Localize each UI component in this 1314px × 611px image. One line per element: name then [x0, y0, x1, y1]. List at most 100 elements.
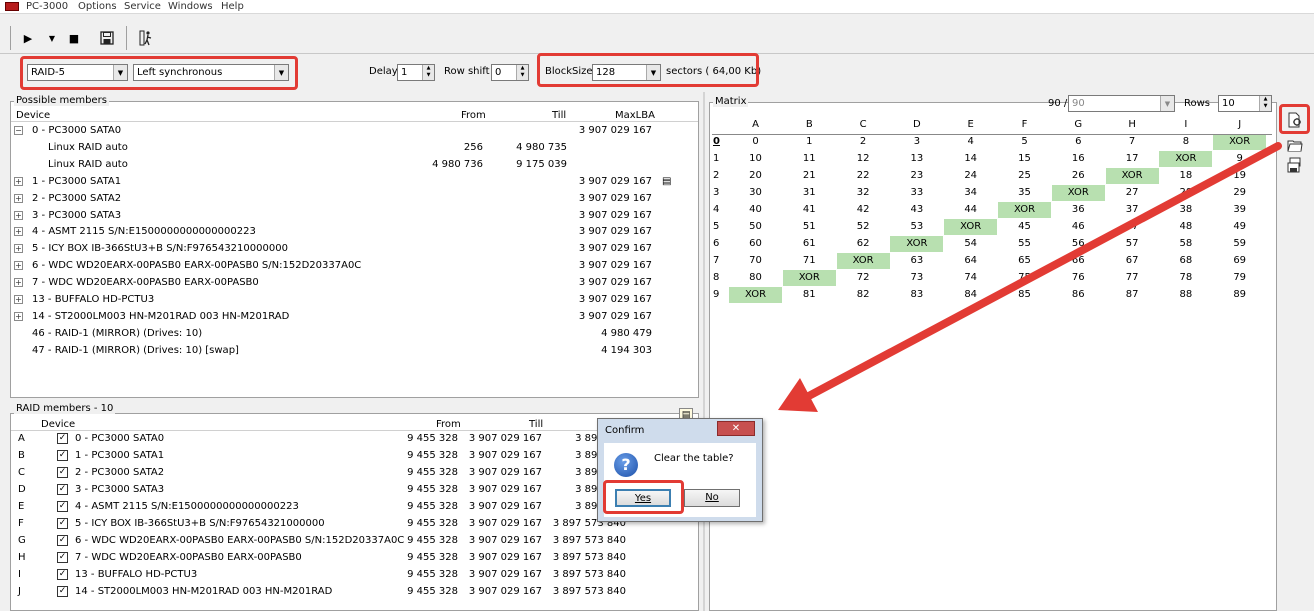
matrix-cell[interactable]: 76 — [1052, 270, 1105, 286]
table-row[interactable]: I ✓ 13 - BUFFALO HD-PCTU3 9 455 328 3 907 02… — [11, 567, 698, 584]
matrix-cell[interactable]: 50 — [729, 219, 782, 235]
menu-service[interactable]: Service — [124, 1, 161, 12]
list-item[interactable]: +3 - PC3000 SATA3 3 907 029 167 — [11, 208, 698, 225]
matrix-cell[interactable]: 26 — [1052, 168, 1105, 184]
matrix-cell[interactable]: 1 — [783, 134, 836, 150]
matrix-cell[interactable]: 45 — [998, 219, 1051, 235]
matrix-cell[interactable]: 23 — [890, 168, 943, 184]
menu-help[interactable]: Help — [221, 1, 244, 12]
matrix-cell[interactable]: 51 — [783, 219, 836, 235]
matrix-cell[interactable]: 2 — [837, 134, 890, 150]
member-checkbox[interactable]: ✓ — [57, 586, 68, 597]
expand-icon[interactable]: + — [14, 227, 23, 237]
matrix-cell-parity[interactable]: XOR — [836, 253, 890, 269]
matrix-cell-parity[interactable]: XOR — [782, 270, 836, 286]
matrix-cell[interactable]: 28 — [1159, 185, 1212, 201]
member-checkbox[interactable]: ✓ — [57, 518, 68, 529]
matrix-cell[interactable]: 67 — [1106, 253, 1159, 269]
play-icon[interactable]: ▶ — [18, 28, 38, 48]
member-checkbox[interactable]: ✓ — [57, 433, 68, 444]
expand-icon[interactable]: + — [14, 244, 23, 254]
matrix-cell[interactable]: 54 — [944, 236, 997, 252]
matrix-cell[interactable]: 20 — [729, 168, 782, 184]
matrix-cell[interactable]: 36 — [1052, 202, 1105, 218]
matrix-cell[interactable]: 86 — [1052, 287, 1105, 303]
list-item[interactable]: +4 - ASMT 2115 S/N:E1500000000000000223 3… — [11, 224, 698, 241]
header-till[interactable]: Till — [529, 419, 543, 430]
table-row[interactable]: E ✓ 4 - ASMT 2115 S/N:E1500000000000000223… — [11, 499, 698, 516]
matrix-cell[interactable]: 87 — [1106, 287, 1159, 303]
rows-spinner[interactable]: 10 ▲ ▼ — [1218, 95, 1272, 112]
delay-spinner[interactable]: 1 ▲ ▼ — [397, 64, 435, 81]
table-row[interactable]: D ✓ 3 - PC3000 SATA3 9 455 328 3 907 029 167… — [11, 482, 698, 499]
matrix-cell[interactable]: 88 — [1159, 287, 1212, 303]
matrix-cell[interactable]: 30 — [729, 185, 782, 201]
matrix-cell-parity[interactable]: XOR — [998, 202, 1051, 218]
matrix-cell[interactable]: 39 — [1213, 202, 1266, 218]
list-item[interactable]: +7 - WDC WD20EARX-00PASB0 EARX-00PASB0 3 … — [11, 275, 698, 292]
expand-icon[interactable]: + — [14, 278, 23, 288]
matrix-cell-parity[interactable]: XOR — [729, 287, 782, 303]
matrix-cell[interactable]: 63 — [890, 253, 943, 269]
table-row[interactable]: G ✓ 6 - WDC WD20EARX-00PASB0 EARX-00PASB0 … — [11, 533, 698, 550]
table-row[interactable]: F ✓ 5 - ICY BOX IB-366StU3+B S/N:F97654321… — [11, 516, 698, 533]
table-row[interactable]: C ✓ 2 - PC3000 SATA2 9 455 328 3 907 029 167… — [11, 465, 698, 482]
matrix-cell[interactable]: 13 — [890, 151, 943, 167]
member-checkbox[interactable]: ✓ — [57, 535, 68, 546]
matrix-cell[interactable]: 21 — [783, 168, 836, 184]
header-maxlba[interactable]: MaxLBA — [615, 110, 655, 121]
matrix-cell[interactable]: 27 — [1106, 185, 1159, 201]
matrix-cell[interactable]: 35 — [998, 185, 1051, 201]
matrix-cell[interactable]: 40 — [729, 202, 782, 218]
matrix-cell[interactable]: 83 — [890, 287, 943, 303]
open-folder-icon[interactable] — [1285, 135, 1305, 155]
matrix-cell-parity[interactable]: XOR — [1159, 151, 1213, 167]
matrix-cell[interactable]: 0 — [729, 134, 782, 150]
matrix-count-select[interactable]: 90 ▼ — [1068, 95, 1175, 112]
no-button[interactable]: No — [684, 489, 740, 507]
rowshift-spinner[interactable]: 0 ▲ ▼ — [491, 64, 529, 81]
matrix-cell[interactable]: 29 — [1213, 185, 1266, 201]
matrix-cell[interactable]: 24 — [944, 168, 997, 184]
matrix-cell[interactable]: 12 — [837, 151, 890, 167]
member-checkbox[interactable]: ✓ — [57, 484, 68, 495]
matrix-cell[interactable]: 5 — [998, 134, 1051, 150]
matrix-cell[interactable]: 14 — [944, 151, 997, 167]
expand-icon[interactable]: + — [14, 261, 23, 271]
matrix-cell-parity[interactable]: XOR — [1105, 168, 1159, 184]
matrix-cell[interactable]: 72 — [837, 270, 890, 286]
matrix-cell[interactable]: 85 — [998, 287, 1051, 303]
expand-icon[interactable]: + — [14, 176, 23, 186]
list-item[interactable]: −0 - PC3000 SATA0 3 907 029 167 — [11, 123, 698, 140]
list-item[interactable]: Linux RAID auto 256 4 980 735 — [11, 140, 698, 157]
matrix-cell[interactable]: 73 — [890, 270, 943, 286]
matrix-cell[interactable]: 75 — [998, 270, 1051, 286]
list-item[interactable]: 46 - RAID-1 (MIRROR) (Drives: 10) 4 980 4… — [11, 326, 698, 343]
matrix-cell[interactable]: 3 — [890, 134, 943, 150]
matrix-cell[interactable]: 32 — [837, 185, 890, 201]
stop-icon[interactable]: ■ — [64, 28, 84, 48]
matrix-cell[interactable]: 42 — [837, 202, 890, 218]
matrix-cell[interactable]: 6 — [1052, 134, 1105, 150]
matrix-cell-parity[interactable]: XOR — [944, 219, 998, 235]
menu-options[interactable]: Options — [78, 1, 117, 12]
close-icon[interactable]: ✕ — [717, 421, 755, 436]
expand-icon[interactable]: + — [14, 295, 23, 304]
matrix-cell[interactable]: 46 — [1052, 219, 1105, 235]
header-device[interactable]: Device — [16, 110, 50, 121]
matrix-cell[interactable]: 38 — [1159, 202, 1212, 218]
list-item[interactable]: +14 - ST2000LM003 HN-M201RAD 003 HN-M201… — [11, 309, 698, 326]
table-row[interactable]: H ✓ 7 - WDC WD20EARX-00PASB0 EARX-00PASB0 9… — [11, 550, 698, 567]
matrix-cell[interactable]: 89 — [1213, 287, 1266, 303]
header-from[interactable]: From — [436, 419, 461, 430]
expand-icon[interactable]: + — [14, 311, 23, 321]
matrix-cell[interactable]: 57 — [1106, 236, 1159, 252]
matrix-cell[interactable]: 53 — [890, 219, 943, 235]
matrix-cell[interactable]: 71 — [783, 253, 836, 269]
member-checkbox[interactable]: ✓ — [57, 569, 68, 580]
matrix-cell[interactable]: 80 — [729, 270, 782, 286]
matrix-cell[interactable]: 19 — [1213, 168, 1266, 184]
matrix-cell[interactable]: 81 — [783, 287, 836, 303]
exit-icon[interactable] — [136, 28, 156, 48]
matrix-cell[interactable]: 70 — [729, 253, 782, 269]
